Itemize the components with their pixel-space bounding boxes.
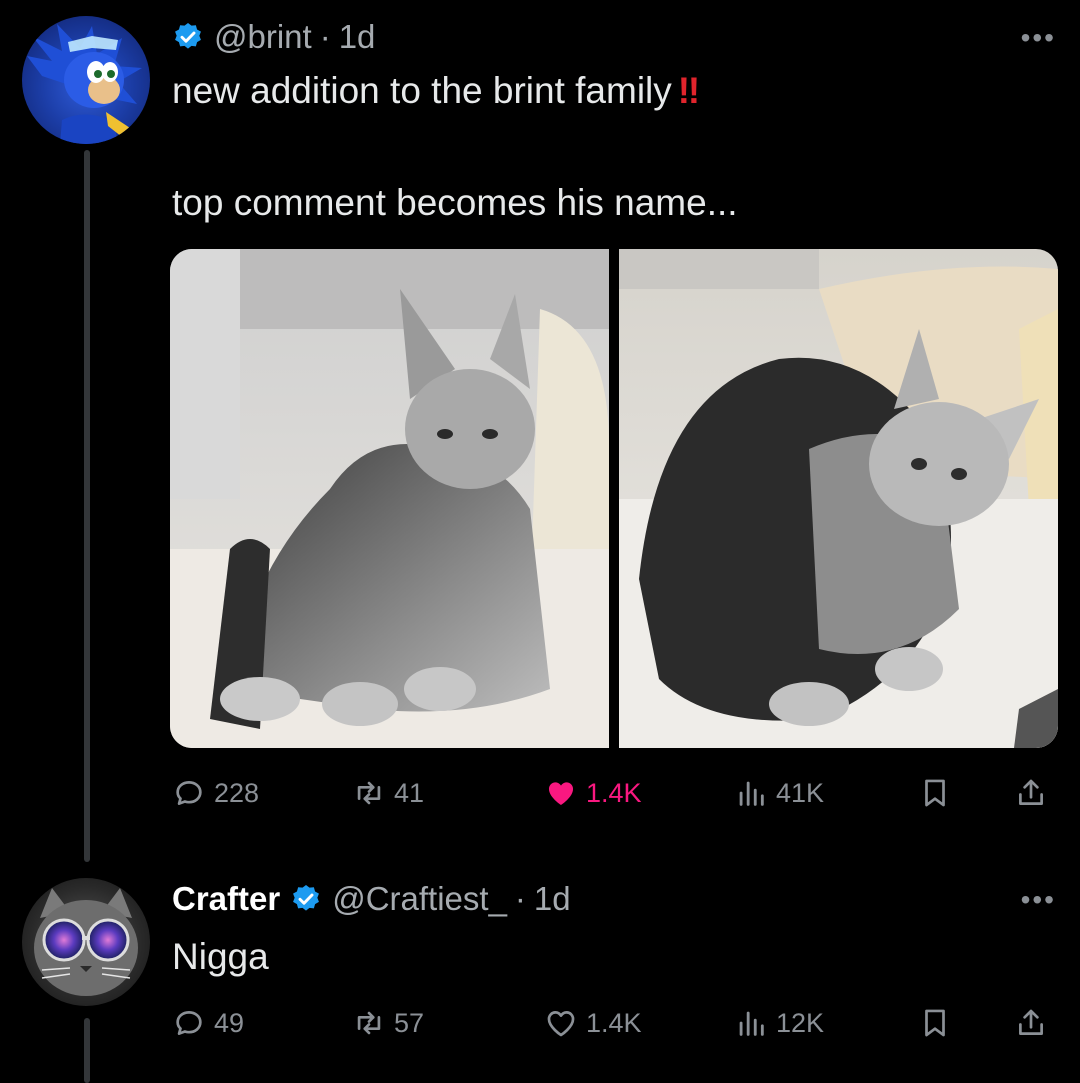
post-text-line2: top comment becomes his name... — [172, 182, 738, 223]
verified-badge-icon — [293, 885, 320, 911]
reply-action-bar: 49 57 1.4K 12K — [172, 1006, 1060, 1046]
post-text-line1: new addition to the brint family ‼ — [172, 70, 700, 112]
reply-icon — [176, 781, 202, 805]
thread-line-reply — [84, 1018, 90, 1083]
post-media[interactable] — [170, 249, 1058, 748]
views-icon — [739, 781, 764, 806]
post-text-line1-content: new addition to the brint family — [172, 70, 672, 111]
sonic-avatar-image — [27, 24, 142, 144]
separator-dot: · — [514, 880, 526, 917]
kitten-photo-right[interactable] — [619, 249, 1058, 748]
repost-icon — [357, 781, 381, 805]
crafter-avatar[interactable] — [22, 878, 150, 1006]
repost-button[interactable]: 41 — [352, 776, 424, 810]
reply-icon — [176, 1011, 202, 1035]
views-button[interactable]: 12K — [734, 1006, 824, 1040]
reply-button[interactable]: 49 — [172, 1006, 244, 1040]
reply-handle[interactable]: @Craftiest_ — [332, 880, 507, 918]
share-icon — [1019, 779, 1043, 805]
views-button[interactable]: 41K — [734, 776, 824, 810]
view-count: 41K — [776, 777, 825, 808]
repost-count: 57 — [394, 1007, 425, 1038]
like-icon — [547, 1011, 575, 1037]
verified-badge-icon — [175, 23, 201, 49]
repost-icon — [357, 1011, 381, 1035]
bookmark-button[interactable] — [918, 776, 960, 810]
bookmark-button[interactable] — [918, 1006, 960, 1040]
repost-count: 41 — [394, 777, 425, 808]
share-button[interactable] — [1014, 776, 1056, 810]
thread-line — [84, 150, 90, 862]
more-icon[interactable]: ••• — [1021, 886, 1056, 914]
bookmark-icon — [925, 1009, 945, 1037]
post-header: @brint · 1d — [172, 18, 375, 56]
post-action-bar: 228 41 1.4K 41K — [172, 776, 1060, 816]
separator-dot: · — [319, 18, 331, 55]
reply-header: Crafter @Craftiest_ · 1d — [172, 880, 571, 918]
like-count: 1.4K — [586, 777, 642, 808]
bookmark-icon — [925, 779, 945, 807]
reply-count: 49 — [214, 1007, 245, 1038]
post-timestamp[interactable]: 1d — [339, 18, 376, 56]
like-button[interactable]: 1.4K — [544, 1006, 642, 1040]
share-icon — [1019, 1009, 1043, 1035]
reply-count: 228 — [214, 777, 260, 808]
reply-text: Nigga — [172, 936, 269, 977]
reply-display-name[interactable]: Crafter — [172, 880, 280, 918]
brint-avatar[interactable] — [22, 16, 150, 144]
reply-timestamp[interactable]: 1d — [534, 880, 571, 918]
more-icon[interactable]: ••• — [1021, 24, 1056, 52]
reply-button[interactable]: 228 — [172, 776, 259, 810]
post-handle[interactable]: @brint — [214, 18, 312, 56]
kitten-photo-left[interactable] — [170, 249, 609, 748]
like-count: 1.4K — [586, 1007, 642, 1038]
cat-with-galaxy-glasses-image — [34, 888, 138, 996]
like-button[interactable]: 1.4K — [544, 776, 642, 810]
views-icon — [739, 1011, 764, 1036]
like-icon — [548, 782, 574, 806]
share-button[interactable] — [1014, 1006, 1056, 1040]
view-count: 12K — [776, 1007, 825, 1038]
double-exclamation-emoji: ‼ — [677, 70, 700, 111]
repost-button[interactable]: 57 — [352, 1006, 424, 1040]
